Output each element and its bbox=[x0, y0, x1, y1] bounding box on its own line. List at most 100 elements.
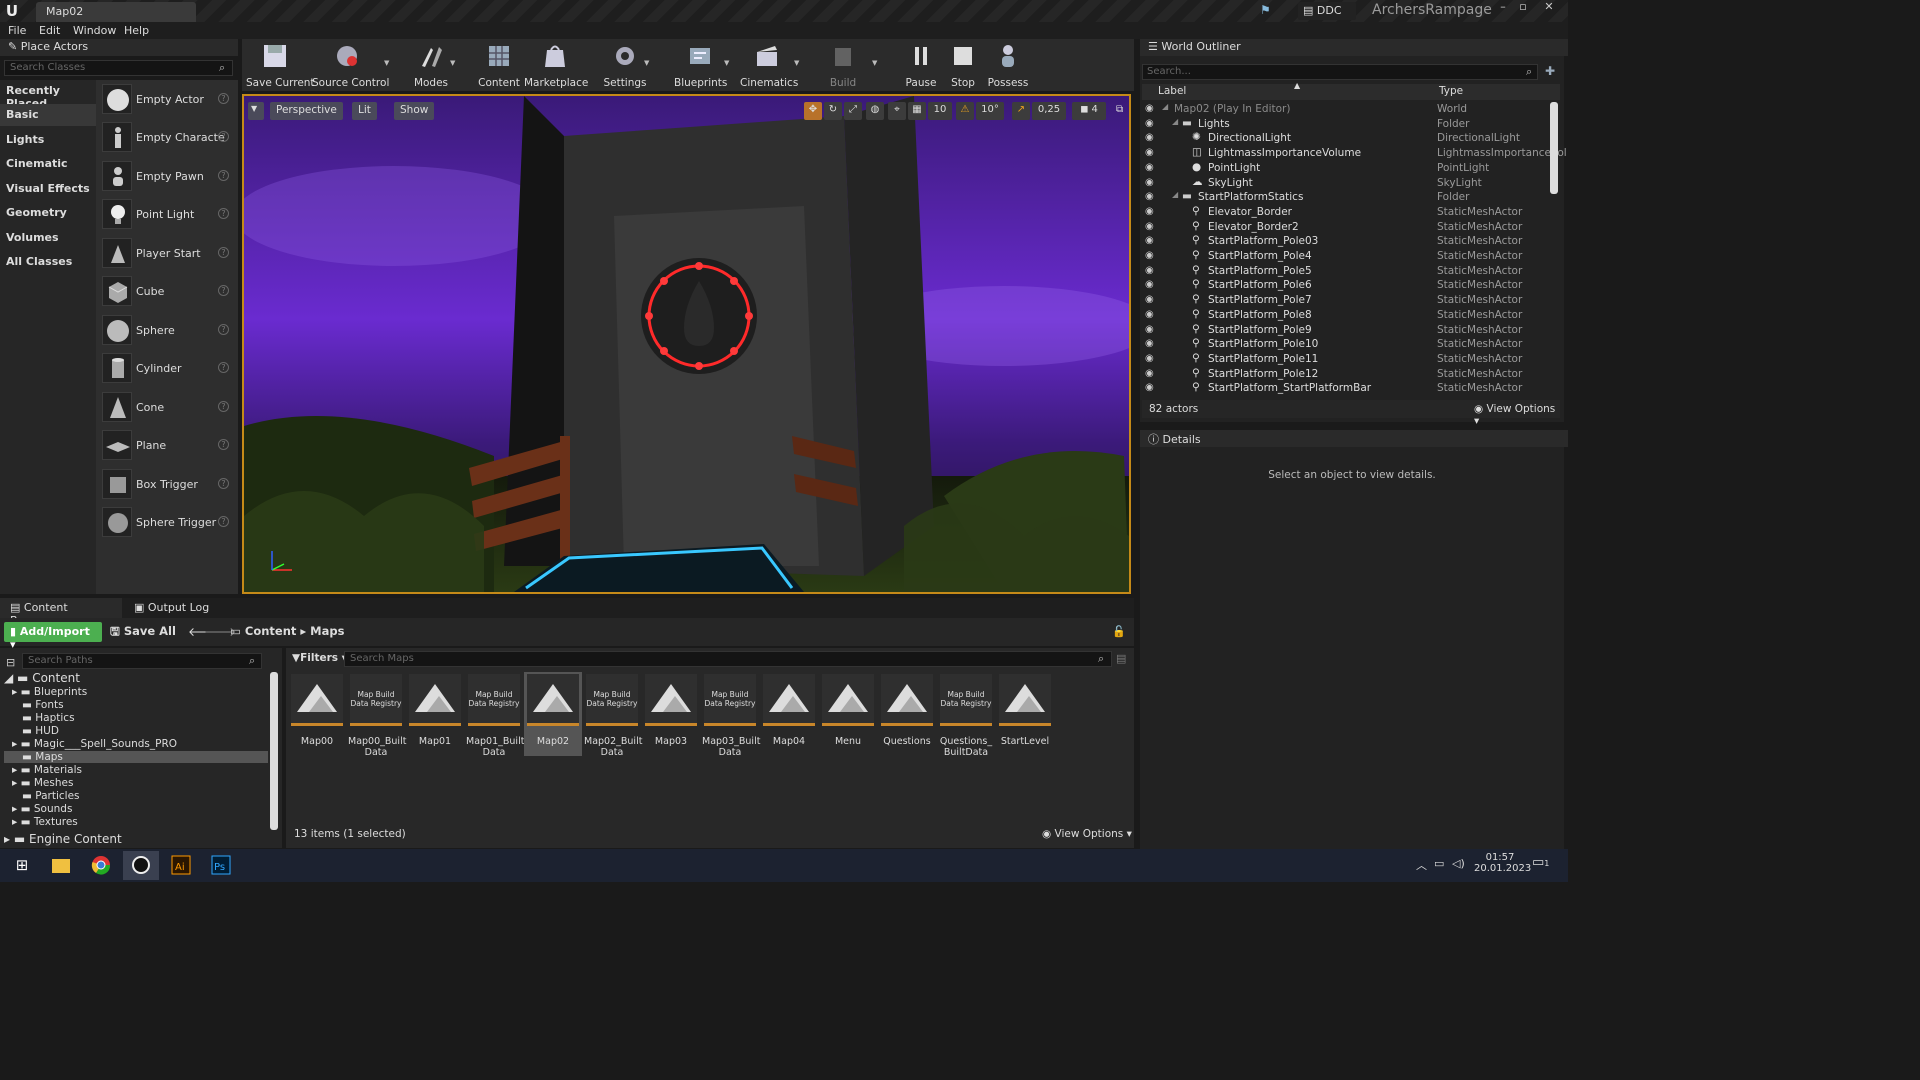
outliner-row[interactable]: ◉ ⚲ StartPlatform_StartPlatformBar StaticMe… bbox=[1142, 381, 1550, 396]
maximize-viewport-icon[interactable]: ⧉ bbox=[1112, 102, 1126, 120]
search-icon[interactable]: ⌕ bbox=[1098, 652, 1104, 666]
search-maps-input[interactable]: Search Maps bbox=[344, 651, 1112, 667]
outliner-row[interactable]: ◉ ⚲ StartPlatform_Pole03 StaticMeshActor bbox=[1142, 234, 1550, 249]
content-browser-tab[interactable]: ▤ Content Browser bbox=[0, 598, 122, 627]
help-icon[interactable]: ? bbox=[218, 285, 229, 296]
scale-snap-value[interactable]: 0,25 bbox=[1032, 102, 1066, 120]
breadcrumb-content[interactable]: Content bbox=[245, 624, 297, 638]
camera-speed-button[interactable]: ◼ 4 bbox=[1072, 102, 1106, 120]
label-column-header[interactable]: Label bbox=[1158, 85, 1186, 97]
tree-folder[interactable]: ▸ ▬ Textures bbox=[12, 816, 78, 828]
level-tab[interactable]: Map02 bbox=[36, 2, 196, 22]
settings-dropdown-icon[interactable]: ▼ bbox=[644, 59, 649, 67]
save-search-icon[interactable]: ▤ bbox=[1116, 652, 1126, 665]
tree-folder[interactable]: ▸ ▬ Magic___Spell_Sounds_PRO bbox=[12, 738, 177, 750]
place-actors-tab[interactable]: ✎ Place Actors bbox=[0, 39, 238, 56]
outliner-row[interactable]: ◉ ✺ DirectionalLight DirectionalLight bbox=[1142, 131, 1550, 146]
visibility-eye-icon[interactable]: ◉ bbox=[1145, 265, 1157, 276]
tree-folder[interactable]: ▬ Fonts bbox=[22, 699, 64, 711]
tree-folder[interactable]: ▸ ▬ Blueprints bbox=[12, 686, 87, 698]
blueprints-button[interactable]: Blueprints bbox=[674, 39, 727, 89]
viewport-options-button[interactable]: ▼ bbox=[248, 102, 264, 120]
visibility-eye-icon[interactable]: ◉ bbox=[1145, 118, 1157, 129]
sources-toggle-icon[interactable]: ⊟ bbox=[6, 656, 15, 669]
search-icon[interactable]: ⌕ bbox=[249, 654, 255, 668]
source-control-dropdown-icon[interactable]: ▼ bbox=[384, 59, 389, 67]
outliner-row[interactable]: ◉ ⚲ Elevator_Border2 StaticMeshActor bbox=[1142, 220, 1550, 235]
outliner-row[interactable]: ◉ ● PointLight PointLight bbox=[1142, 161, 1550, 176]
unreal-editor-icon[interactable] bbox=[123, 851, 159, 880]
category-geometry[interactable]: Geometry bbox=[0, 202, 96, 224]
show-button[interactable]: Show bbox=[394, 102, 435, 120]
cinematics-dropdown-icon[interactable]: ▼ bbox=[794, 59, 799, 67]
expand-icon[interactable]: ◢ bbox=[1162, 102, 1168, 111]
chrome-icon[interactable] bbox=[83, 851, 119, 880]
asset-tile[interactable]: Map Build Data Registry Map00_Built Data bbox=[348, 672, 406, 758]
lit-button[interactable]: Lit bbox=[352, 102, 377, 120]
tree-folder[interactable]: ▸ ▬ Materials bbox=[12, 764, 82, 776]
rotation-snap-value[interactable]: 10° bbox=[976, 102, 1004, 120]
visibility-eye-icon[interactable]: ◉ bbox=[1145, 279, 1157, 290]
clock[interactable]: 01:57 20.01.2023 bbox=[1474, 852, 1531, 874]
pause-button[interactable]: Pause bbox=[902, 39, 940, 89]
help-icon[interactable]: ? bbox=[218, 247, 229, 258]
flag-icon[interactable]: ⚑ bbox=[1260, 3, 1276, 17]
outliner-row[interactable]: ◉ ◫ LightmassImportanceVolume LightmassImpo… bbox=[1142, 146, 1567, 161]
build-button[interactable]: Build bbox=[822, 39, 864, 89]
grid-snap-icon[interactable]: ▦ bbox=[908, 102, 926, 120]
actor-item[interactable]: Sphere? bbox=[102, 315, 232, 347]
asset-tile[interactable]: StartLevel bbox=[997, 672, 1053, 756]
add-import-button[interactable]: ▮ Add/Import ▾ bbox=[4, 622, 102, 651]
network-icon[interactable]: ▭ bbox=[1434, 857, 1444, 870]
volume-icon[interactable]: ◁) bbox=[1452, 857, 1465, 870]
actor-item[interactable]: Plane? bbox=[102, 430, 232, 462]
category-basic[interactable]: Basic bbox=[0, 104, 96, 126]
notifications-icon[interactable]: ▭1 bbox=[1532, 855, 1549, 870]
menu-help[interactable]: Help bbox=[124, 24, 149, 37]
details-tab[interactable]: ⓘ Details bbox=[1140, 430, 1568, 447]
search-icon[interactable]: ⌕ bbox=[1526, 65, 1532, 79]
actor-item[interactable]: Point Light? bbox=[102, 199, 232, 231]
search-paths-input[interactable]: Search Paths bbox=[22, 653, 262, 669]
asset-tile-selected[interactable]: Map02 bbox=[524, 672, 582, 756]
windows-start-icon[interactable]: ⊞ bbox=[4, 851, 40, 880]
visibility-eye-icon[interactable]: ◉ bbox=[1145, 132, 1157, 143]
filters-button[interactable]: ▼Filters ▾ bbox=[292, 652, 347, 664]
category-recently-placed[interactable]: Recently Placed bbox=[0, 80, 96, 110]
actor-item[interactable]: Cube? bbox=[102, 276, 232, 308]
visibility-eye-icon[interactable]: ◉ bbox=[1145, 338, 1157, 349]
outliner-scrollbar[interactable] bbox=[1550, 102, 1558, 194]
help-icon[interactable]: ? bbox=[218, 401, 229, 412]
help-icon[interactable]: ? bbox=[218, 208, 229, 219]
help-icon[interactable]: ? bbox=[218, 131, 229, 142]
settings-button[interactable]: Settings bbox=[600, 39, 650, 89]
modes-button[interactable]: Modes bbox=[406, 39, 456, 89]
outliner-row[interactable]: ◉ ⚲ StartPlatform_Pole12 StaticMeshActor bbox=[1142, 367, 1550, 382]
tree-folder[interactable]: ▬ Particles bbox=[22, 790, 80, 802]
rotation-snap-icon[interactable]: ⚠ bbox=[956, 102, 974, 120]
menu-file[interactable]: File bbox=[8, 24, 26, 37]
help-icon[interactable]: ? bbox=[218, 362, 229, 373]
content-button[interactable]: Content bbox=[476, 39, 522, 89]
outliner-row[interactable]: ◉ ⚲ StartPlatform_Pole7 StaticMeshActor bbox=[1142, 293, 1550, 308]
outliner-row[interactable]: ◉ ⚲ StartPlatform_Pole4 StaticMeshActor bbox=[1142, 249, 1550, 264]
help-icon[interactable]: ? bbox=[218, 170, 229, 181]
asset-tile[interactable]: Map04 bbox=[761, 672, 817, 756]
outliner-row[interactable]: ◉ ⚲ StartPlatform_Pole11 StaticMeshActor bbox=[1142, 352, 1550, 367]
visibility-eye-icon[interactable]: ◉ bbox=[1145, 103, 1157, 114]
illustrator-icon[interactable]: Ai bbox=[163, 851, 199, 880]
maximize-button[interactable]: ▫ bbox=[1514, 1, 1532, 13]
visibility-eye-icon[interactable]: ◉ bbox=[1145, 309, 1157, 320]
outliner-search-input[interactable]: Search... bbox=[1142, 64, 1538, 80]
rotate-icon[interactable]: ↻ bbox=[824, 102, 842, 120]
save-all-button[interactable]: 🖫 Save All bbox=[110, 624, 176, 643]
asset-tile[interactable]: Map01 bbox=[407, 672, 463, 756]
visibility-eye-icon[interactable]: ◉ bbox=[1145, 382, 1157, 393]
file-explorer-icon[interactable] bbox=[43, 851, 79, 880]
visibility-eye-icon[interactable]: ◉ bbox=[1145, 191, 1157, 202]
actor-item[interactable]: Player Start? bbox=[102, 238, 232, 270]
actor-item[interactable]: Cylinder? bbox=[102, 353, 232, 385]
close-button[interactable]: ✕ bbox=[1540, 1, 1558, 13]
outliner-row[interactable]: ◉ ◢ ▬ StartPlatformStatics Folder bbox=[1142, 190, 1550, 205]
marketplace-button[interactable]: Marketplace bbox=[524, 39, 588, 89]
